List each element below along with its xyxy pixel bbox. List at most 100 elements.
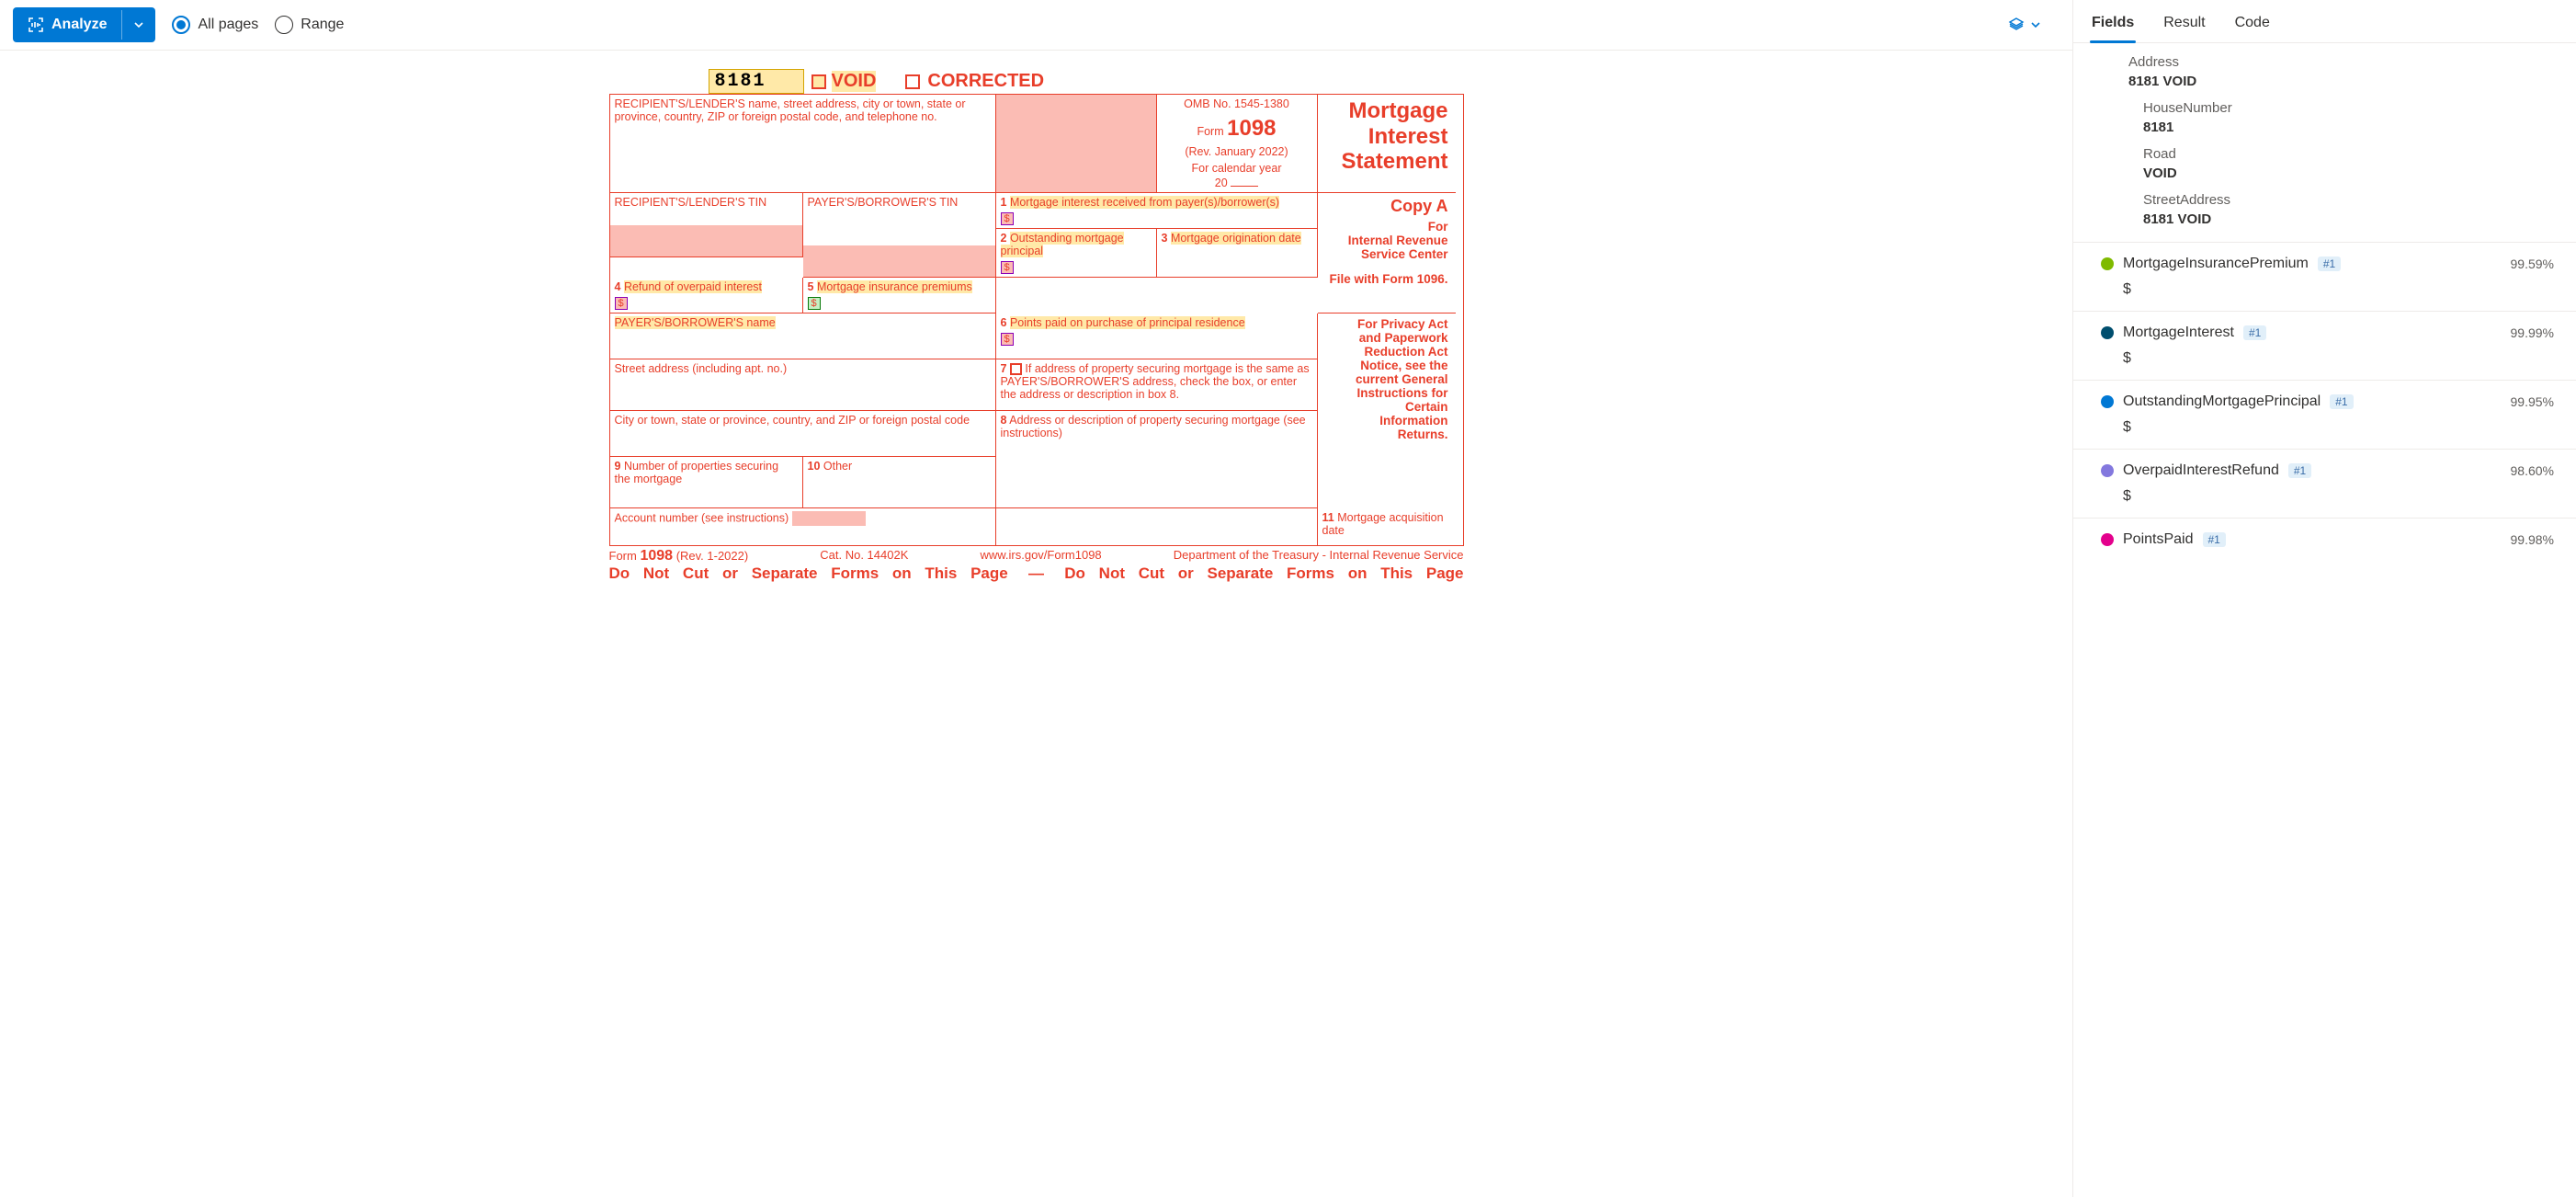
address-block: Address 8181 VOID HouseNumber 8181 Road … — [2073, 54, 2576, 242]
street-label: Street address (including apt. no.) — [615, 362, 788, 375]
nocut2: Do Not Cut or Separate Forms on This Pag… — [1064, 564, 1463, 583]
document-viewer[interactable]: 8181 VOID CORRECTED RECIPIENT'S/LENDER'S… — [0, 51, 2072, 1197]
field-badge: #1 — [2203, 532, 2226, 547]
field-color-dot — [2101, 533, 2114, 546]
field-row[interactable]: OverpaidInterestRefund #1 98.60% $ — [2073, 449, 2576, 518]
dollar-icon: $ — [1001, 261, 1014, 274]
box8: 8 Address or description of property sec… — [996, 411, 1318, 508]
box4-label: Refund of overpaid interest — [624, 280, 762, 293]
form-word: Form — [1197, 125, 1223, 138]
box4: 4 Refund of overpaid interest$ — [610, 278, 803, 314]
irs1: Internal Revenue — [1325, 234, 1448, 247]
tab-fields[interactable]: Fields — [2090, 9, 2136, 42]
field-row[interactable]: PointsPaid #1 99.98% — [2073, 518, 2576, 561]
payer-name-box: PAYER'S/BORROWER'S name — [610, 314, 996, 359]
box3: 3 Mortgage origination date — [1157, 229, 1318, 278]
payer-tin-box: PAYER'S/BORROWER'S TIN — [803, 193, 996, 278]
field-badge: #1 — [2243, 325, 2266, 340]
recipient-lender-label: RECIPIENT'S/LENDER'S name, street addres… — [615, 97, 966, 123]
tabs: Fields Result Code — [2073, 0, 2576, 43]
year-prefix: 20 — [1215, 177, 1228, 189]
box1-label: Mortgage interest received from payer(s)… — [1010, 196, 1279, 209]
copy-a-box: Copy A For Internal Revenue Service Cent… — [1318, 193, 1456, 314]
field-color-dot — [2101, 326, 2114, 339]
acct-label: Account number (see instructions) — [615, 511, 789, 524]
tab-code[interactable]: Code — [2233, 9, 2272, 42]
file-with: File with Form 1096. — [1325, 272, 1448, 286]
road-value: VOID — [2143, 165, 2554, 181]
field-row[interactable]: OutstandingMortgagePrincipal #1 99.95% $ — [2073, 380, 2576, 449]
field-row[interactable]: MortgageInsurancePremium #1 99.59% $ — [2073, 242, 2576, 311]
lender-tin-label: RECIPIENT'S/LENDER'S TIN — [615, 196, 767, 209]
box6-no: 6 — [1001, 316, 1007, 329]
streetaddr-value: 8181 VOID — [2143, 211, 2554, 227]
box10-no: 10 — [808, 460, 821, 473]
p2: and Paperwork — [1325, 331, 1448, 345]
copy-a: Copy A — [1325, 197, 1448, 216]
field-name: MortgageInsurancePremium — [2123, 256, 2309, 272]
all-pages-label: All pages — [198, 17, 258, 33]
analyze-dropdown[interactable] — [121, 10, 155, 40]
dollar-icon: $ — [808, 297, 821, 310]
form-title: Mortgage Interest Statement — [1318, 95, 1456, 193]
p9: Returns. — [1325, 428, 1448, 441]
title-l3: Statement — [1325, 149, 1448, 175]
f-rev: (Rev. 1-2022) — [676, 549, 749, 563]
title-l1: Mortgage — [1325, 98, 1448, 124]
corrected-checkbox — [905, 74, 920, 89]
field-confidence: 99.95% — [2511, 394, 2554, 409]
field-badge: #1 — [2318, 256, 2341, 271]
form-id-box: OMB No. 1545-1380 Form 1098 (Rev. Januar… — [1157, 95, 1318, 193]
cal-year-label: For calendar year — [1162, 162, 1312, 175]
chevron-down-icon — [2030, 19, 2041, 30]
tab-result[interactable]: Result — [2162, 9, 2207, 42]
field-value: $ — [2123, 281, 2554, 298]
void-checkbox — [811, 74, 826, 89]
scan-icon — [28, 17, 44, 33]
box9-no: 9 — [615, 460, 621, 473]
p1: For Privacy Act — [1325, 317, 1448, 331]
box1-no: 1 — [1001, 196, 1007, 209]
box10-label: Other — [823, 460, 852, 473]
field-value: $ — [2123, 488, 2554, 505]
box2-label: Outstanding mortgage principal — [1001, 232, 1124, 257]
box6: 6 Points paid on purchase of principal r… — [996, 314, 1318, 359]
fields-list[interactable]: Address 8181 VOID HouseNumber 8181 Road … — [2073, 43, 2576, 1197]
recipient-lender-box: RECIPIENT'S/LENDER'S name, street addres… — [610, 95, 996, 193]
form-1098: 8181 VOID CORRECTED RECIPIENT'S/LENDER'S… — [609, 69, 1464, 583]
field-confidence: 98.60% — [2511, 463, 2554, 478]
blank-cell — [996, 508, 1318, 545]
box5: 5 Mortgage insurance premiums$ — [803, 278, 996, 314]
nocut1: Do Not Cut or Separate Forms on This Pag… — [609, 564, 1008, 583]
box2-no: 2 — [1001, 232, 1007, 245]
field-name: PointsPaid — [2123, 531, 2194, 548]
field-row[interactable]: MortgageInterest #1 99.99% $ — [2073, 311, 2576, 380]
range-radio[interactable]: Range — [275, 16, 344, 34]
omb-label: OMB No. 1545-1380 — [1162, 97, 1312, 110]
form-code: 8181 — [709, 69, 804, 94]
box4-no: 4 — [615, 280, 621, 293]
nocut-warning: Do Not Cut or Separate Forms on This Pag… — [609, 564, 1464, 583]
form-rev: (Rev. January 2022) — [1162, 145, 1312, 158]
field-confidence: 99.99% — [2511, 325, 2554, 340]
f-form: Form — [609, 549, 637, 563]
irs2: Service Center — [1325, 247, 1448, 261]
document-pane: Analyze All pages Range — [0, 0, 2073, 1197]
city-box: City or town, state or province, country… — [610, 411, 996, 457]
field-name: OverpaidInterestRefund — [2123, 462, 2279, 479]
field-value: $ — [2123, 350, 2554, 367]
field-name: OutstandingMortgagePrincipal — [2123, 393, 2321, 410]
box8-label: Address or description of property secur… — [1001, 414, 1306, 439]
box7-checkbox — [1010, 363, 1022, 375]
dollar-icon: $ — [1001, 212, 1014, 225]
form-footer: Form 1098 (Rev. 1-2022) Cat. No. 14402K … — [609, 548, 1464, 564]
analyze-button[interactable]: Analyze — [13, 7, 155, 42]
corrected-label: CORRECTED — [927, 71, 1044, 92]
layers-button[interactable] — [2008, 17, 2060, 33]
box3-no: 3 — [1162, 232, 1168, 245]
field-color-dot — [2101, 464, 2114, 477]
all-pages-radio[interactable]: All pages — [172, 16, 258, 34]
f-url: www.irs.gov/Form1098 — [980, 548, 1101, 564]
payer-tin-label: PAYER'S/BORROWER'S TIN — [808, 196, 959, 209]
form-number: 1098 — [1227, 116, 1276, 141]
